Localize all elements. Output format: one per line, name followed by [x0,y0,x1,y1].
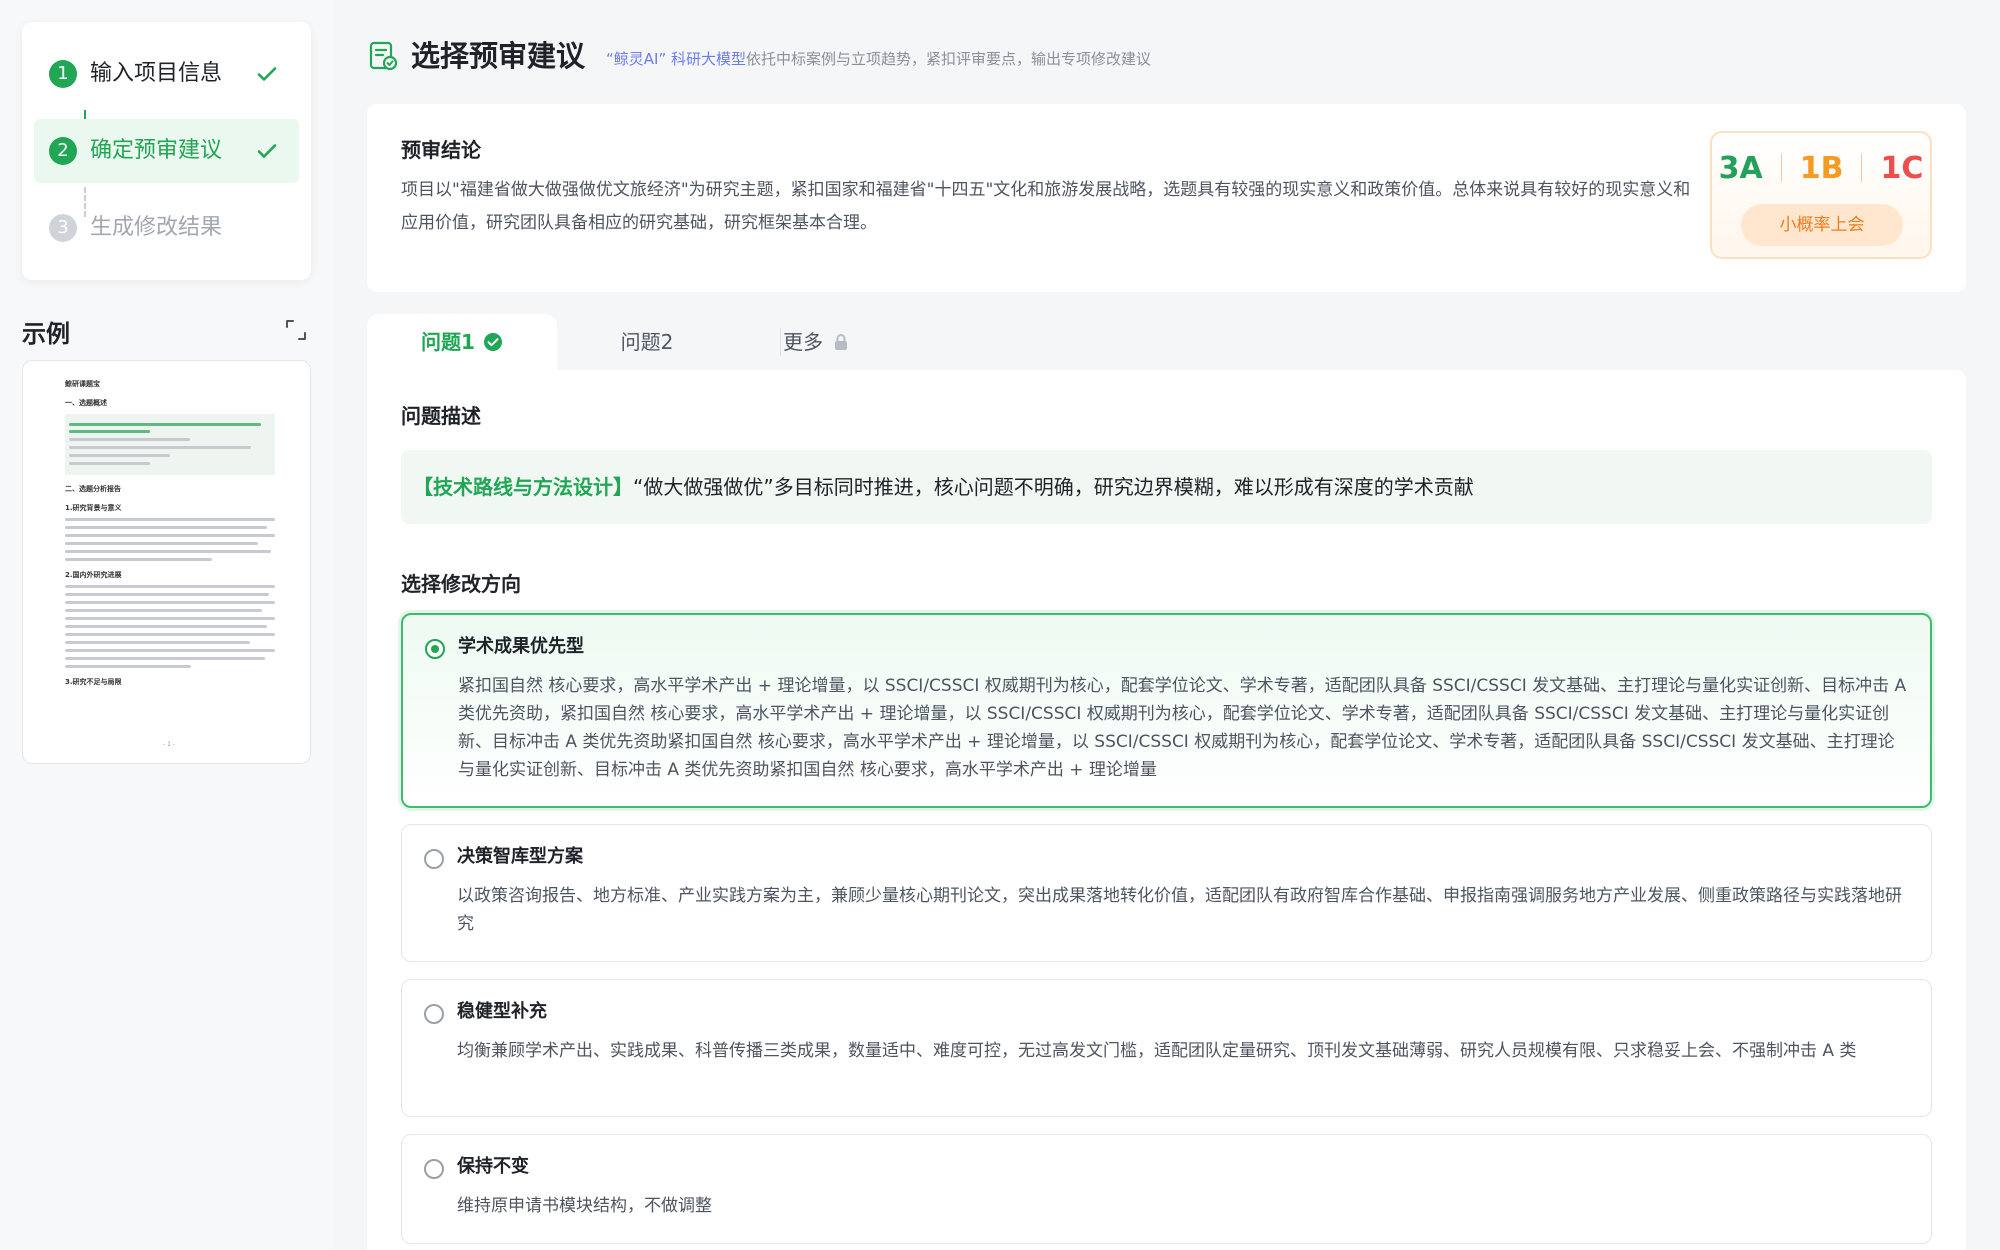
tab-issue-1[interactable]: 问题1 [367,314,557,370]
step-generate-result[interactable]: 3 生成修改结果 [34,196,299,260]
step-number: 2 [49,137,77,165]
brand-name: “鲸灵AI” 科研大模型 [606,50,746,68]
doc-heading: 一、选题概述 [65,399,107,407]
step-number: 1 [49,60,77,88]
radio-button[interactable] [424,1004,444,1024]
option-steady[interactable]: 稳健型补充 均衡兼顾学术产出、实践成果、科普传播三类成果，数量适中、难度可控，无… [401,979,1932,1117]
doc-page-number: - 1 - [163,741,175,748]
option-title: 保持不变 [457,1156,529,1177]
checklist-icon [369,41,398,71]
step-input-project[interactable]: 1 输入项目信息 [34,42,299,106]
check-circle-icon [483,333,502,351]
step-label: 生成修改结果 [90,215,223,240]
option-text: 紧扣国自然 核心要求，高水平学术产出 + 理论增量，以 SSCI/CSSCI 权… [458,676,1907,780]
direction-title: 选择修改方向 [401,572,521,596]
step-number: 3 [49,214,77,242]
conclusion-card: 预审结论 项目以"福建省做大做强做优文旅经济"为研究主题，紧扣国家和福建省"十四… [367,104,1966,292]
conclusion-text: 项目以"福建省做大做强做优文旅经济"为研究主题，紧扣国家和福建省"十四五"文化和… [401,180,1691,233]
tab-issue-2[interactable]: 问题2 [557,314,737,370]
doc-heading: 1.研究背景与意义 [65,504,122,512]
issue-description: 【技术路线与方法设计】“做大做强做优”多目标同时推进，核心问题不明确，研究边界模… [401,450,1932,524]
probability-badge: 小概率上会 [1741,204,1903,246]
radio-button[interactable] [424,1159,444,1179]
option-keep[interactable]: 保持不变 维持原申请书模块结构，不做调整 [401,1134,1932,1244]
step-label: 输入项目信息 [90,61,223,86]
issue-card: 问题描述 【技术路线与方法设计】“做大做强做优”多目标同时推进，核心问题不明确，… [367,370,1966,1250]
issue-tag: 【技术路线与方法设计】 [413,475,633,499]
score-row: 3A 1B 1C [1712,147,1930,191]
option-text: 以政策咨询报告、地方标准、产业实践方案为主，兼顾少量核心期刊论文，突出成果落地转… [457,886,1902,934]
main-panel: 选择预审建议 “鲸灵AI” 科研大模型依托中标案例与立项趋势，紧扣评审要点，输出… [333,0,2000,1250]
score-b: 1B [1799,151,1844,186]
page-subtitle: “鲸灵AI” 科研大模型依托中标案例与立项趋势，紧扣评审要点，输出专项修改建议 [606,50,1152,68]
issue-tabs: 问题1 问题2 更多 [367,314,1966,370]
radio-button[interactable] [424,849,444,869]
doc-summary-box [65,414,275,475]
radio-button[interactable] [425,639,445,659]
score-a: 3A [1718,151,1763,186]
doc-heading: 2.国内外研究进展 [65,571,122,579]
option-title: 稳健型补充 [457,1001,547,1022]
option-title: 学术成果优先型 [458,636,584,657]
conclusion-title: 预审结论 [401,138,481,162]
check-icon [257,67,277,81]
expand-icon[interactable] [284,318,308,342]
doc-logo: 鲸研课题宝 [65,380,100,388]
step-confirm-suggestion[interactable]: 2 确定预审建议 [34,119,299,183]
score-c: 1C [1880,151,1924,186]
example-title: 示例 [22,320,70,348]
step-progress: 1 输入项目信息 2 确定预审建议 3 生成修改结果 [22,22,311,280]
option-text: 均衡兼顾学术产出、实践成果、科普传播三类成果，数量适中、难度可控，无过高发文门槛… [457,1041,1857,1061]
example-preview[interactable]: 鲸研课题宝 一、选题概述 二、选题分析报告 1.研究背景与意义 2.国内外研究进… [22,360,311,764]
doc-heading: 3.研究不足与局限 [65,678,122,686]
lock-icon [835,334,847,350]
option-text: 维持原申请书模块结构，不做调整 [457,1196,712,1216]
step-label: 确定预审建议 [90,138,223,163]
page-title: 选择预审建议 [411,39,586,73]
tab-more[interactable]: 更多 [737,314,897,370]
option-academic[interactable]: 学术成果优先型 紧扣国自然 核心要求，高水平学术产出 + 理论增量，以 SSCI… [401,613,1932,808]
example-document: 鲸研课题宝 一、选题概述 二、选题分析报告 1.研究背景与意义 2.国内外研究进… [65,379,275,687]
left-panel: 1 输入项目信息 2 确定预审建议 3 生成修改结果 示例 鲸研课题宝 一、选题… [0,0,333,1250]
score-box: 3A 1B 1C 小概率上会 [1710,131,1932,259]
doc-heading: 二、选题分析报告 [65,485,121,493]
issue-desc-title: 问题描述 [401,404,481,428]
check-icon [257,144,277,158]
option-title: 决策智库型方案 [457,846,583,867]
option-think-tank[interactable]: 决策智库型方案 以政策咨询报告、地方标准、产业实践方案为主，兼顾少量核心期刊论文… [401,824,1932,962]
